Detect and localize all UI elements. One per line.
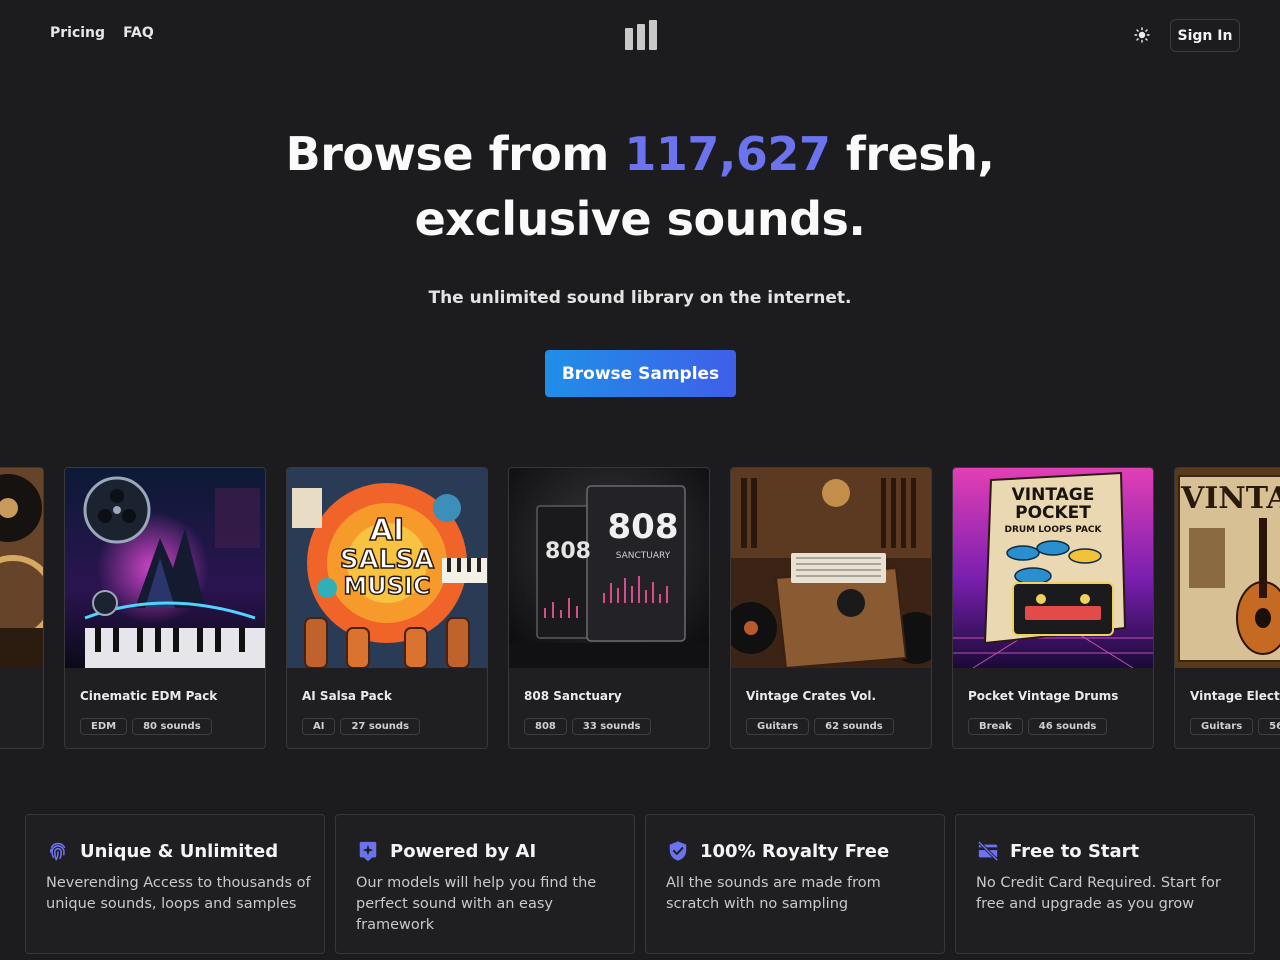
pack-tags: Break 46 sounds — [968, 718, 1108, 735]
shield-check-icon — [666, 839, 690, 863]
feature-description: Neverending Access to thousands of uniqu… — [46, 875, 311, 912]
genre-tag[interactable]: EDM — [80, 718, 128, 735]
pack-tags: 808 33 sounds — [524, 718, 652, 735]
sample-pack-card[interactable]: VINTAGE POCKET DRUM LOOPS PACK Pocket Vi — [952, 467, 1154, 749]
hero-title-prefix: Browse from — [285, 127, 625, 181]
sample-pack-card[interactable]: AI SALSA MUSIC AI Salsa Pack AI 27 sound… — [286, 467, 488, 749]
art-salsa-salsa: SALSA — [340, 545, 434, 575]
genre-tag[interactable]: AI — [302, 718, 336, 735]
feature-card-unique: Unique & Unlimited Neverending Access to… — [25, 814, 325, 954]
feature-description: No Credit Card Required. Start for free … — [976, 875, 1221, 912]
pack-tags: EDM 80 sounds — [80, 718, 212, 735]
pack-title: AI Salsa Pack — [302, 689, 392, 703]
sound-count-tag: 56 — [1258, 718, 1280, 735]
browse-samples-button[interactable]: Browse Samples — [545, 350, 736, 397]
sound-count-tag: 33 sounds — [571, 718, 652, 735]
fingerprint-icon — [46, 839, 70, 863]
pack-title: Cinematic EDM Pack — [80, 689, 218, 703]
pack-cover-art: AI SALSA MUSIC — [287, 468, 487, 668]
sound-count-tag: 46 sounds — [1027, 718, 1108, 735]
sun-icon[interactable] — [1131, 24, 1153, 46]
feature-card-royalty: 100% Royalty Free All the sounds are mad… — [645, 814, 945, 954]
feature-description: Our models will help you find the perfec… — [356, 875, 597, 933]
pack-title: Vintage Crates Vol. — [746, 689, 877, 703]
sample-pack-card[interactable] — [0, 467, 44, 749]
hero-title: Browse from 117,627 fresh, exclusive sou… — [0, 122, 1280, 252]
pack-cover-art — [65, 468, 265, 668]
genre-tag[interactable]: Guitars — [746, 718, 810, 735]
sound-count-tag: 62 sounds — [814, 718, 894, 735]
sample-pack-card[interactable]: 808 808 SANCTUARY 808 Sanctuary 808 33 s… — [508, 467, 710, 749]
art-808-small: 808 — [545, 539, 591, 564]
pack-cover-art: VINTAGE — [1175, 468, 1280, 668]
pack-tags: Guitars 62 sounds — [746, 718, 894, 735]
nav-faq-link[interactable]: FAQ — [123, 25, 154, 41]
pack-cover-art — [0, 468, 43, 668]
nav-pricing-link[interactable]: Pricing — [50, 25, 105, 41]
feature-title: 100% Royalty Free — [700, 840, 890, 862]
art-sanctuary: SANCTUARY — [616, 551, 671, 561]
sample-pack-card[interactable]: VINTAGE Vintage Electri Guitars 56 — [1174, 467, 1280, 749]
sign-in-button[interactable]: Sign In — [1170, 19, 1240, 52]
pack-tags: AI 27 sounds — [302, 718, 421, 735]
top-nav: Pricing FAQ — [50, 25, 154, 41]
feature-title: Unique & Unlimited — [80, 840, 279, 862]
genre-tag[interactable]: Guitars — [1190, 718, 1254, 735]
hero-subtitle: The unlimited sound library on the inter… — [428, 288, 852, 308]
feature-header: Unique & Unlimited — [46, 839, 278, 863]
art-vintage: VINTAGE — [1180, 481, 1280, 516]
brand-logo[interactable] — [625, 20, 657, 50]
art-salsa-ai: AI — [370, 513, 404, 548]
art-salsa-music: MUSIC — [343, 572, 430, 600]
pack-title: 808 Sanctuary — [524, 689, 622, 703]
pack-title: Vintage Electri — [1190, 689, 1280, 703]
sound-count: 117,627 — [624, 127, 831, 181]
feature-header: Free to Start — [976, 839, 1139, 863]
sound-count-tag: 27 sounds — [340, 718, 421, 735]
pack-tags: Guitars 56 — [1190, 718, 1280, 735]
no-card-icon — [976, 839, 1000, 863]
pack-cover-art — [731, 468, 931, 668]
hero-title-line2: exclusive sounds. — [414, 192, 866, 246]
hero-title-suffix: fresh, — [830, 127, 995, 181]
pack-title: Pocket Vintage Drums — [968, 689, 1119, 703]
pack-cover-art: 808 808 SANCTUARY — [509, 468, 709, 668]
pack-cover-art: VINTAGE POCKET DRUM LOOPS PACK — [953, 468, 1153, 668]
landing-page: Pricing FAQ Sign In Browse from 117,627 … — [0, 0, 1280, 960]
genre-tag[interactable]: 808 — [524, 718, 567, 735]
feature-title: Powered by AI — [390, 840, 537, 862]
genre-tag[interactable]: Break — [968, 718, 1023, 735]
art-pocket-subtitle: DRUM LOOPS PACK — [1004, 525, 1102, 535]
art-pocket-pocket: POCKET — [1015, 503, 1091, 523]
feature-header: 100% Royalty Free — [666, 839, 889, 863]
feature-card-free: Free to Start No Credit Card Required. S… — [955, 814, 1255, 954]
art-808-large: 808 — [608, 507, 679, 547]
feature-card-ai: Powered by AI Our models will help you f… — [335, 814, 635, 954]
sound-count-tag: 80 sounds — [132, 718, 212, 735]
sample-pack-card[interactable]: Cinematic EDM Pack EDM 80 sounds — [64, 467, 266, 749]
ai-sparkle-icon — [356, 839, 380, 863]
art-pocket-vintage: VINTAGE — [1012, 485, 1095, 505]
feature-description: All the sounds are made from scratch wit… — [666, 875, 881, 912]
feature-header: Powered by AI — [356, 839, 536, 863]
feature-title: Free to Start — [1010, 840, 1140, 862]
sample-pack-card[interactable]: Vintage Crates Vol. Guitars 62 sounds — [730, 467, 932, 749]
